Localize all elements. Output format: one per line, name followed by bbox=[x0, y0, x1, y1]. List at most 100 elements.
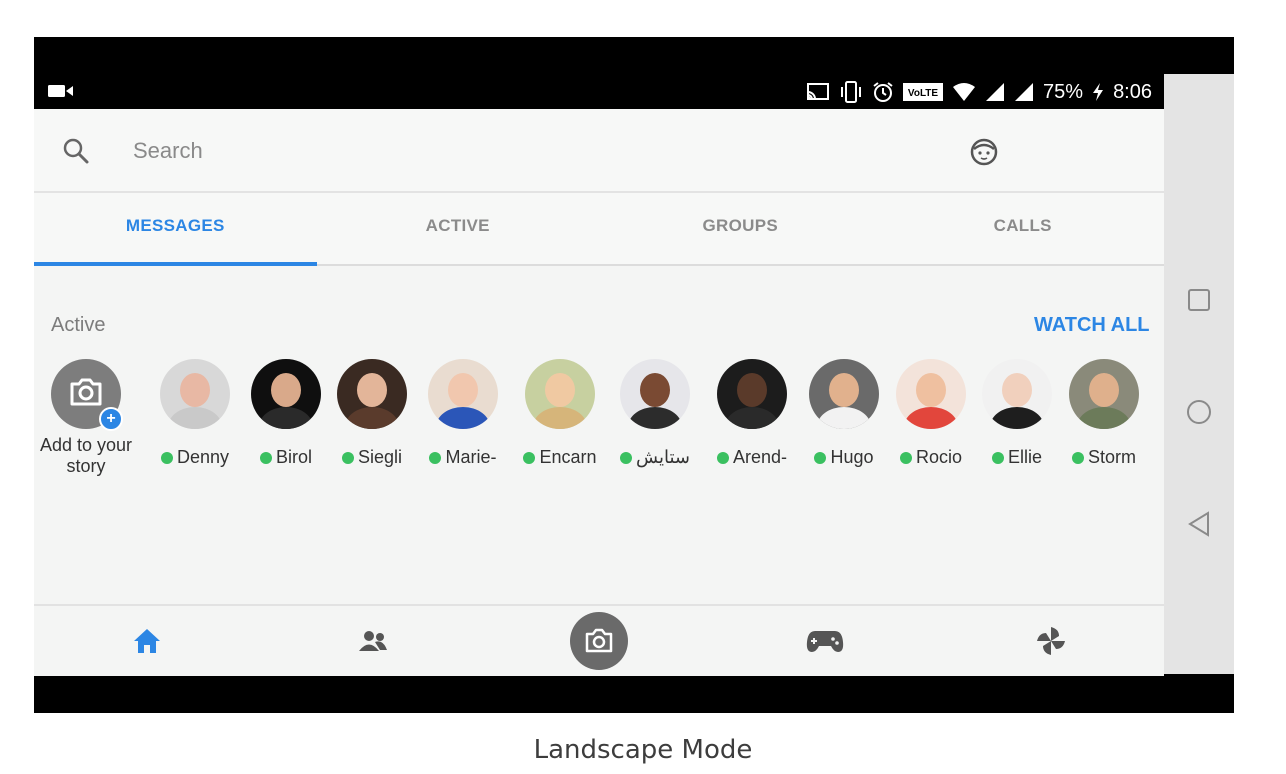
person-name-row: Marie- bbox=[429, 447, 497, 468]
avatar bbox=[525, 359, 595, 429]
svg-text:VoLTE: VoLTE bbox=[908, 88, 939, 99]
person-name: Arend- bbox=[732, 447, 788, 467]
tab-groups[interactable]: GROUPS bbox=[599, 193, 882, 264]
video-camera-icon bbox=[48, 83, 74, 104]
plus-badge-icon: + bbox=[99, 407, 123, 431]
caption: Landscape Mode bbox=[533, 735, 753, 765]
online-status-dot bbox=[523, 451, 536, 464]
search-icon[interactable] bbox=[62, 137, 90, 170]
game-controller-icon[interactable] bbox=[785, 606, 865, 676]
person-name-row: Storm bbox=[1071, 447, 1136, 468]
avatar bbox=[717, 359, 787, 429]
phone-frame: VoLTE 75% 8:06 Search MESSAGES ACTIVE GR… bbox=[34, 37, 1234, 713]
online-status-dot bbox=[341, 451, 354, 464]
active-person[interactable]: Rocio bbox=[885, 359, 977, 468]
messenger-app: MESSAGES ACTIVE GROUPS CALLS Active WATC… bbox=[34, 109, 1164, 676]
online-status-dot bbox=[814, 451, 827, 464]
person-name-row: Birol bbox=[259, 447, 312, 468]
avatar bbox=[982, 359, 1052, 429]
active-person[interactable]: Marie- bbox=[417, 359, 509, 468]
tab-active[interactable]: ACTIVE bbox=[317, 193, 600, 264]
add-story-button[interactable]: + Add to your story bbox=[40, 359, 132, 477]
people-icon[interactable] bbox=[333, 606, 413, 676]
camera-button[interactable] bbox=[559, 606, 639, 676]
online-status-dot bbox=[160, 451, 173, 464]
person-name-row: Siegli bbox=[341, 447, 403, 468]
avatar bbox=[337, 359, 407, 429]
signal-icon bbox=[985, 82, 1005, 102]
active-person[interactable]: Storm bbox=[1058, 359, 1150, 468]
avatar bbox=[620, 359, 690, 429]
recents-square-icon[interactable] bbox=[1164, 280, 1234, 320]
avatar bbox=[809, 359, 879, 429]
online-status-dot bbox=[259, 451, 272, 464]
camera-icon bbox=[570, 612, 628, 670]
home-circle-icon[interactable] bbox=[1164, 392, 1234, 432]
person-name: Ellie bbox=[1007, 447, 1042, 467]
cast-icon bbox=[806, 82, 830, 102]
alarm-icon bbox=[872, 81, 894, 103]
search-bar bbox=[34, 109, 1164, 193]
person-name-row: Arend- bbox=[716, 447, 788, 468]
online-status-dot bbox=[716, 451, 729, 464]
person-name: Hugo bbox=[830, 447, 874, 467]
pinwheel-icon[interactable] bbox=[1011, 606, 1091, 676]
clock-time: 8:06 bbox=[1113, 80, 1152, 103]
online-status-dot bbox=[899, 451, 912, 464]
active-person[interactable]: Ellie bbox=[971, 359, 1063, 468]
active-person[interactable]: Encarn bbox=[514, 359, 606, 468]
avatar bbox=[896, 359, 966, 429]
person-name-row: Denny bbox=[160, 447, 230, 468]
status-icons: VoLTE 75% 8:06 bbox=[806, 79, 1152, 105]
camera-icon bbox=[69, 378, 103, 411]
active-person[interactable]: Birol bbox=[240, 359, 332, 468]
person-name: Encarn bbox=[539, 447, 597, 467]
avatar bbox=[428, 359, 498, 429]
signal-icon bbox=[1014, 82, 1034, 102]
story-avatar: + bbox=[51, 359, 123, 431]
face-icon[interactable] bbox=[969, 137, 999, 172]
online-status-dot bbox=[620, 451, 633, 464]
person-name-row: Rocio bbox=[899, 447, 963, 468]
person-name: Birol bbox=[275, 447, 312, 467]
person-name-row: Encarn bbox=[523, 447, 597, 468]
active-people-row: + Add to your story Denny Birol Siegli Mari… bbox=[34, 359, 1164, 499]
active-person[interactable]: ستايش bbox=[609, 359, 701, 468]
status-bar: VoLTE 75% 8:06 bbox=[34, 37, 1164, 109]
avatar bbox=[1069, 359, 1139, 429]
tab-messages[interactable]: MESSAGES bbox=[34, 193, 317, 266]
person-name: Denny bbox=[176, 447, 230, 467]
person-name-row: ستايش bbox=[620, 447, 690, 468]
online-status-dot bbox=[991, 451, 1004, 464]
watch-all-link[interactable]: WATCH ALL bbox=[1034, 314, 1150, 337]
tab-calls[interactable]: CALLS bbox=[882, 193, 1165, 264]
bottom-nav bbox=[34, 604, 1164, 676]
active-person[interactable]: Hugo bbox=[798, 359, 890, 468]
back-triangle-icon[interactable] bbox=[1164, 504, 1234, 544]
active-person[interactable]: Arend- bbox=[706, 359, 798, 468]
active-section-title: Active bbox=[51, 314, 106, 336]
online-status-dot bbox=[1071, 451, 1084, 464]
system-nav-bar bbox=[1164, 74, 1234, 674]
person-name-row: Hugo bbox=[814, 447, 874, 468]
search-input[interactable] bbox=[133, 135, 833, 167]
tab-bar: MESSAGES ACTIVE GROUPS CALLS bbox=[34, 193, 1164, 266]
battery-percent: 75% bbox=[1043, 80, 1084, 103]
person-name-row: Ellie bbox=[991, 447, 1042, 468]
person-name: Siegli bbox=[357, 447, 403, 467]
home-icon[interactable] bbox=[107, 606, 187, 676]
active-person[interactable]: Denny bbox=[149, 359, 241, 468]
volte-icon: VoLTE bbox=[903, 83, 944, 101]
person-name: Rocio bbox=[915, 447, 963, 467]
online-status-dot bbox=[429, 451, 442, 464]
person-name: Marie- bbox=[445, 447, 497, 467]
charging-icon bbox=[1092, 83, 1104, 101]
person-name: Storm bbox=[1087, 447, 1136, 467]
wifi-icon bbox=[952, 82, 976, 102]
story-label: Add to your story bbox=[39, 435, 133, 476]
active-person[interactable]: Siegli bbox=[326, 359, 418, 468]
vibrate-icon bbox=[839, 81, 863, 103]
person-name: ستايش bbox=[636, 447, 690, 467]
avatar bbox=[251, 359, 321, 429]
avatar bbox=[160, 359, 230, 429]
